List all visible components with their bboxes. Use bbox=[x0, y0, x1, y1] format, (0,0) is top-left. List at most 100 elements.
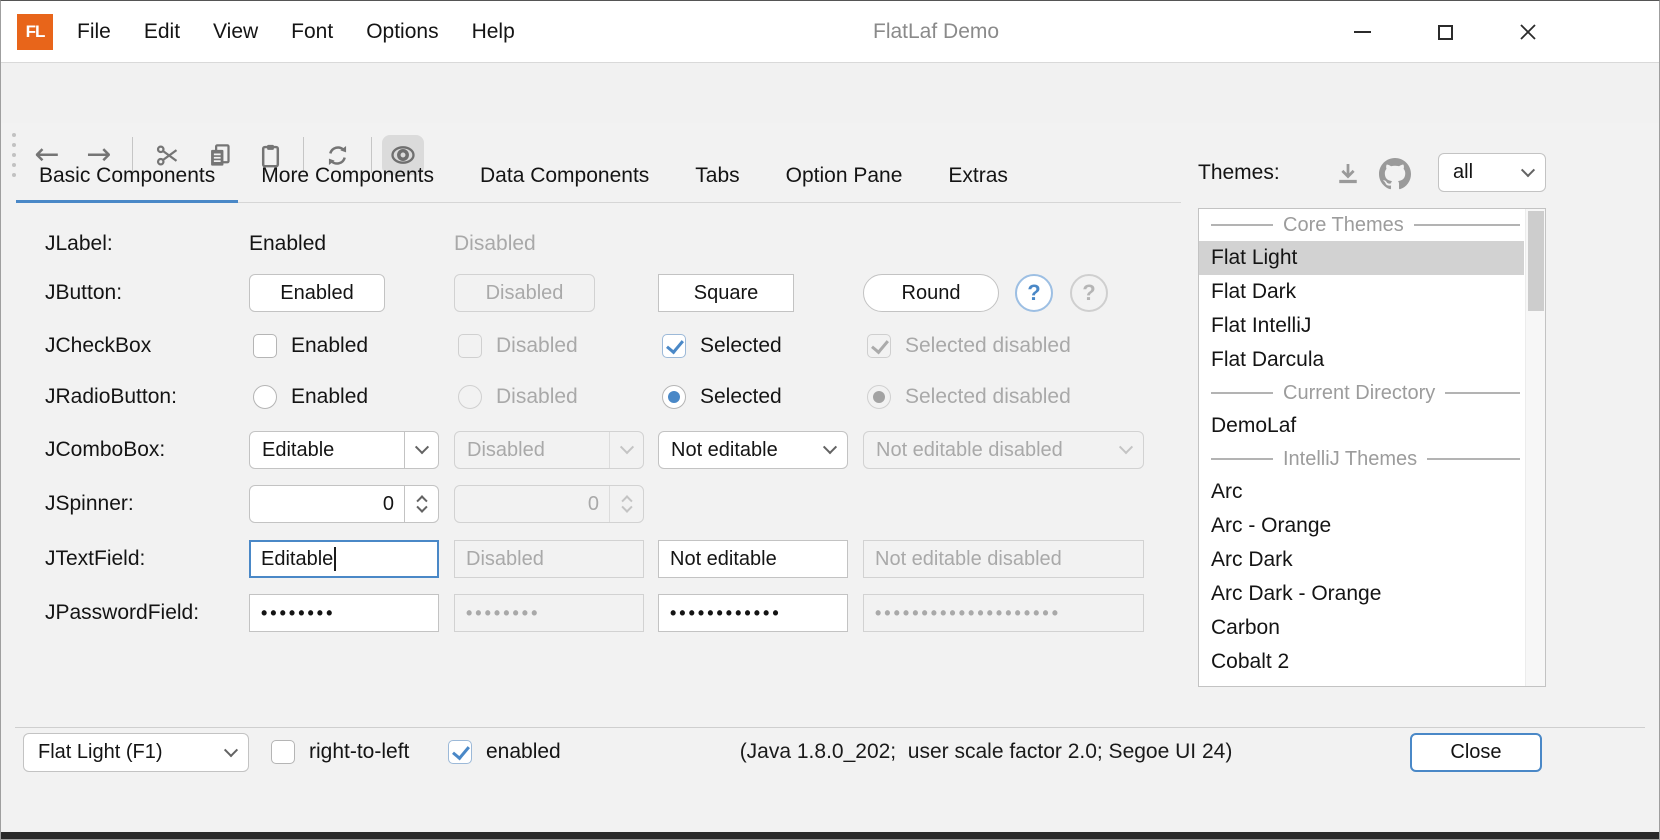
combobox-editable[interactable]: Editable bbox=[249, 431, 439, 469]
help-button-disabled: ? bbox=[1070, 274, 1108, 312]
text-caret bbox=[334, 547, 336, 571]
menubar: File Edit View Font Options Help bbox=[77, 1, 515, 62]
enabled-button[interactable]: Enabled bbox=[249, 274, 385, 312]
radio-enabled-label: Enabled bbox=[291, 385, 368, 409]
window-bottom-edge bbox=[1, 832, 1659, 839]
chevron-down-icon bbox=[1119, 440, 1133, 454]
enabled-checkbox[interactable] bbox=[448, 740, 472, 764]
maximize-icon bbox=[1438, 25, 1453, 40]
app-logo: FL bbox=[17, 14, 53, 50]
tab-data-components[interactable]: Data Components bbox=[457, 151, 672, 203]
jlabel-disabled: Disabled bbox=[454, 232, 536, 256]
theme-item-carbon[interactable]: Carbon bbox=[1199, 611, 1524, 645]
download-icon bbox=[1333, 159, 1363, 189]
combobox-not-editable-disabled: Not editable disabled bbox=[863, 431, 1144, 469]
theme-list-scrollbar[interactable] bbox=[1525, 209, 1545, 686]
tab-more-components[interactable]: More Components bbox=[238, 151, 457, 203]
close-window-button[interactable] bbox=[1504, 12, 1552, 52]
menu-help[interactable]: Help bbox=[472, 20, 515, 44]
tab-extras[interactable]: Extras bbox=[925, 151, 1031, 203]
theme-item-demolaf[interactable]: DemoLaf bbox=[1199, 409, 1524, 443]
github-icon bbox=[1379, 158, 1411, 190]
checkbox-enabled-label: Enabled bbox=[291, 334, 368, 358]
jlabel-enabled: Enabled bbox=[249, 232, 326, 256]
chevron-down-icon bbox=[619, 440, 633, 454]
textfield-editable[interactable]: Editable bbox=[249, 540, 439, 578]
theme-item-arc-dark[interactable]: Arc Dark bbox=[1199, 543, 1524, 577]
jcheckbox-row-label: JCheckBox bbox=[45, 334, 151, 358]
jradiobutton-row-label: JRadioButton: bbox=[45, 385, 177, 409]
maximize-button[interactable] bbox=[1421, 12, 1469, 52]
tab-tabs[interactable]: Tabs bbox=[672, 151, 762, 203]
checkbox-selected[interactable] bbox=[662, 334, 686, 358]
theme-item-arc-dark-orange[interactable]: Arc Dark - Orange bbox=[1199, 577, 1524, 611]
theme-filter-combobox[interactable]: all bbox=[1438, 153, 1546, 192]
theme-item-flat-darcula[interactable]: Flat Darcula bbox=[1199, 343, 1524, 377]
spinner-disabled: 0 bbox=[454, 485, 644, 523]
menu-file[interactable]: File bbox=[77, 20, 111, 44]
theme-item-flat-dark[interactable]: Flat Dark bbox=[1199, 275, 1524, 309]
combobox-not-editable[interactable]: Not editable bbox=[658, 431, 848, 469]
radio-selected[interactable] bbox=[662, 385, 686, 409]
jspinner-row-label: JSpinner: bbox=[45, 492, 134, 516]
laf-selector-value: Flat Light (F1) bbox=[38, 741, 162, 764]
statusbar-separator bbox=[15, 727, 1645, 728]
laf-selector-combobox[interactable]: Flat Light (F1) bbox=[23, 733, 249, 772]
titlebar: FL File Edit View Font Options Help Flat… bbox=[1, 1, 1659, 63]
theme-item-cyan-light[interactable]: Cyan light bbox=[1199, 679, 1524, 687]
square-button[interactable]: Square bbox=[658, 274, 794, 312]
passwordfield-editable[interactable]: •••••••• bbox=[249, 594, 439, 632]
menu-view[interactable]: View bbox=[213, 20, 258, 44]
right-to-left-label: right-to-left bbox=[309, 740, 409, 764]
tab-bar: Basic Components More Components Data Co… bbox=[16, 151, 1031, 203]
passwordfield-not-editable[interactable]: •••••••••••• bbox=[658, 594, 848, 632]
theme-list-separator: Current Directory bbox=[1199, 377, 1524, 409]
menu-font[interactable]: Font bbox=[291, 20, 333, 44]
theme-item-arc[interactable]: Arc bbox=[1199, 475, 1524, 509]
radio-selected-disabled bbox=[867, 385, 891, 409]
theme-list: Core Themes Flat Light Flat Dark Flat In… bbox=[1198, 208, 1546, 687]
theme-item-arc-orange[interactable]: Arc - Orange bbox=[1199, 509, 1524, 543]
combobox-disabled: Disabled bbox=[454, 431, 644, 469]
spinner-enabled[interactable]: 0 bbox=[249, 485, 439, 523]
runtime-info-text: (Java 1.8.0_202; user scale factor 2.0; … bbox=[661, 740, 1311, 764]
jlabel-row-label: JLabel: bbox=[45, 232, 113, 256]
textfield-not-editable[interactable]: Not editable bbox=[658, 540, 848, 578]
radio-selected-disabled-label: Selected disabled bbox=[905, 385, 1071, 409]
checkbox-selected-disabled bbox=[867, 334, 891, 358]
enabled-checkbox-label: enabled bbox=[486, 740, 561, 764]
jtextfield-row-label: JTextField: bbox=[45, 547, 145, 571]
theme-item-flat-light[interactable]: Flat Light bbox=[1199, 241, 1524, 275]
scrollbar-thumb[interactable] bbox=[1528, 211, 1544, 311]
theme-item-flat-intellij[interactable]: Flat IntelliJ bbox=[1199, 309, 1524, 343]
minimize-button[interactable] bbox=[1338, 12, 1386, 52]
menu-edit[interactable]: Edit bbox=[144, 20, 180, 44]
chevron-down-icon bbox=[414, 440, 428, 454]
right-to-left-checkbox[interactable] bbox=[271, 740, 295, 764]
checkbox-disabled bbox=[458, 334, 482, 358]
chevron-down-icon bbox=[224, 743, 238, 757]
disabled-button: Disabled bbox=[454, 274, 595, 312]
close-button[interactable]: Close bbox=[1410, 733, 1542, 772]
checkbox-selected-disabled-label: Selected disabled bbox=[905, 334, 1071, 358]
radio-disabled bbox=[458, 385, 482, 409]
round-button[interactable]: Round bbox=[863, 274, 999, 312]
textfield-disabled: Disabled bbox=[454, 540, 644, 578]
theme-item-cobalt-2[interactable]: Cobalt 2 bbox=[1199, 645, 1524, 679]
tab-option-pane[interactable]: Option Pane bbox=[763, 151, 926, 203]
jpasswordfield-row-label: JPasswordField: bbox=[45, 601, 199, 625]
minimize-icon bbox=[1354, 31, 1371, 33]
radio-enabled[interactable] bbox=[253, 385, 277, 409]
jcombobox-row-label: JComboBox: bbox=[45, 438, 165, 462]
github-link-button[interactable] bbox=[1377, 157, 1413, 191]
chevron-down-icon bbox=[823, 440, 837, 454]
radio-disabled-label: Disabled bbox=[496, 385, 578, 409]
theme-list-separator: Core Themes bbox=[1199, 209, 1524, 241]
tab-basic-components[interactable]: Basic Components bbox=[16, 151, 238, 203]
help-button[interactable]: ? bbox=[1015, 274, 1053, 312]
checkbox-enabled[interactable] bbox=[253, 334, 277, 358]
menu-options[interactable]: Options bbox=[366, 20, 438, 44]
download-theme-button[interactable] bbox=[1330, 157, 1366, 191]
chevron-down-icon[interactable] bbox=[416, 502, 427, 513]
chevron-down-icon bbox=[1521, 163, 1535, 177]
